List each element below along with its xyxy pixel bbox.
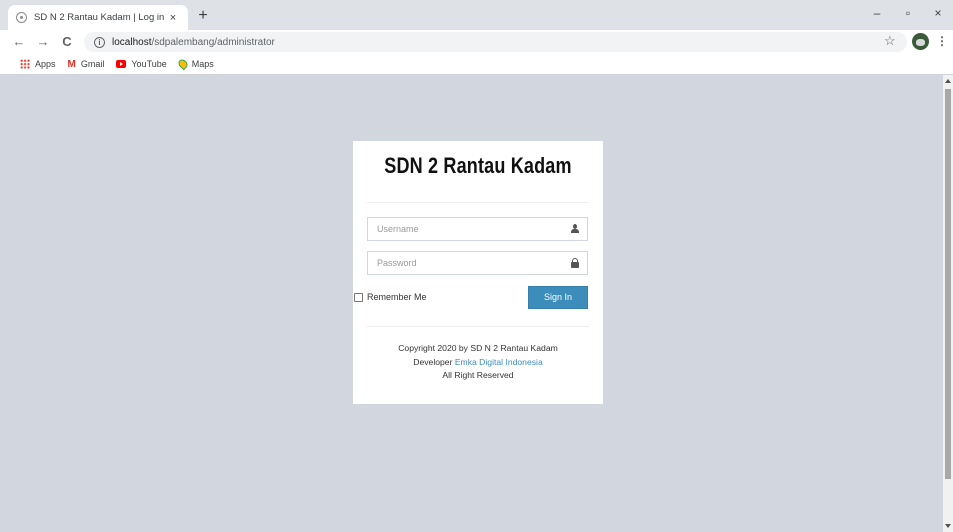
bookmark-apps[interactable]: Apps [20, 59, 56, 69]
browser-toolbar: ← → C i localhost/sdpalembang/administra… [0, 30, 953, 54]
scroll-up-icon[interactable] [945, 79, 951, 83]
browser-tab[interactable]: SD N 2 Rantau Kadam | Log in × [8, 5, 188, 30]
bookmark-label: Gmail [80, 59, 105, 69]
login-logo: SDN 2 Rantau Kadam [384, 153, 572, 178]
apps-grid-icon [20, 59, 30, 69]
bookmarks-bar: Apps M Gmail YouTube Maps [0, 54, 953, 74]
developer-line: Developer Emka Digital Indonesia [353, 356, 603, 370]
menu-icon[interactable]: ⋮ [936, 34, 948, 48]
tab-close-icon[interactable]: × [166, 12, 180, 24]
user-icon [570, 224, 580, 234]
bookmark-label: YouTube [131, 59, 167, 69]
maps-icon [176, 57, 190, 71]
vertical-scrollbar[interactable] [943, 75, 953, 532]
restore-icon[interactable]: ▫ [899, 6, 917, 20]
username-field[interactable] [367, 217, 588, 241]
divider [367, 326, 589, 327]
login-box: SDN 2 Rantau Kadam Remember Me Sign In C… [353, 141, 603, 404]
url-path: /sdpalembang/administrator [151, 36, 275, 48]
globe-icon [16, 12, 27, 23]
new-tab-button[interactable]: + [194, 7, 212, 25]
rights-text: All Right Reserved [442, 370, 514, 380]
scrollbar-thumb[interactable] [945, 89, 951, 479]
bookmark-star-icon[interactable]: ☆ [884, 33, 896, 49]
lock-icon [570, 258, 580, 268]
tab-title: SD N 2 Rantau Kadam | Log in [34, 12, 165, 23]
bookmark-label: Maps [191, 59, 214, 69]
developer-link[interactable]: Emka Digital Indonesia [455, 357, 543, 367]
reload-icon[interactable]: C [58, 33, 76, 51]
forward-icon[interactable]: → [34, 33, 52, 51]
remember-checkbox[interactable] [354, 292, 363, 302]
minimize-icon[interactable]: – [868, 6, 886, 20]
remember-label: Remember Me [367, 292, 427, 302]
username-input[interactable] [368, 218, 558, 240]
password-field[interactable] [367, 251, 588, 275]
sign-in-button[interactable]: Sign In [528, 286, 588, 309]
password-input[interactable] [368, 252, 558, 274]
profile-avatar[interactable] [912, 33, 929, 50]
scroll-down-icon[interactable] [945, 524, 951, 528]
bookmark-youtube[interactable]: YouTube [116, 59, 167, 69]
close-window-icon[interactable]: × [929, 6, 947, 20]
bookmark-gmail[interactable]: M Gmail [67, 59, 105, 70]
address-bar[interactable]: i localhost/sdpalembang/administrator [84, 32, 907, 52]
login-footer: Copyright 2020 by SD N 2 Rantau Kadam De… [353, 342, 603, 383]
bookmark-maps[interactable]: Maps [176, 57, 214, 71]
divider [367, 202, 589, 203]
back-icon[interactable]: ← [10, 33, 28, 51]
developer-prefix: Developer [413, 356, 455, 367]
bookmark-label: Apps [35, 59, 56, 69]
url-host: localhost [112, 36, 152, 48]
info-icon[interactable]: i [94, 36, 105, 48]
youtube-icon [116, 60, 127, 68]
gmail-icon: M [67, 59, 76, 70]
tab-strip: SD N 2 Rantau Kadam | Log in × + – ▫ × [0, 0, 953, 30]
remember-me[interactable]: Remember Me [354, 292, 427, 302]
copyright-text: Copyright 2020 by SD N 2 Rantau Kadam [398, 343, 558, 353]
